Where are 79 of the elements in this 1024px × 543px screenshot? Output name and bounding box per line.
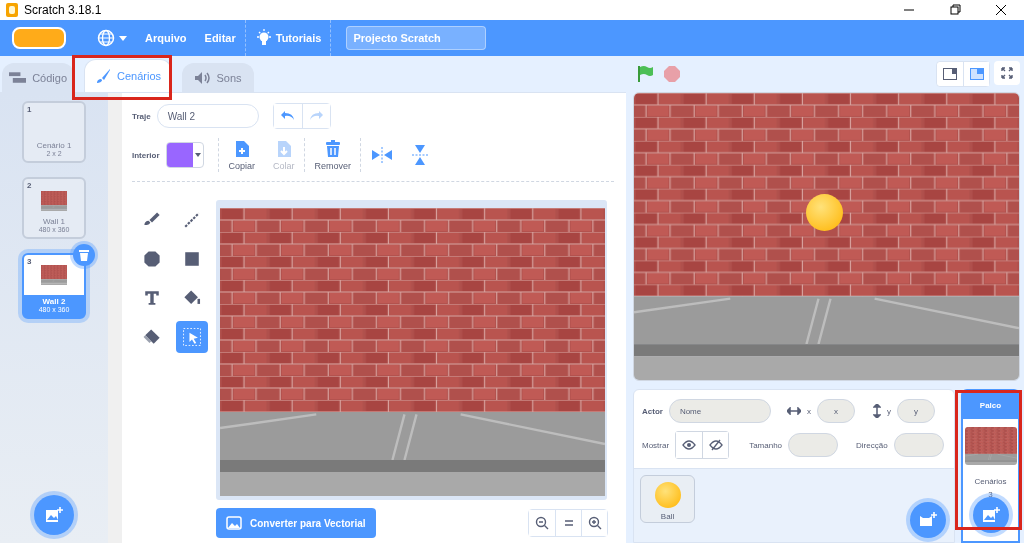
image-plus-icon xyxy=(981,507,1000,523)
costume-number: 2 xyxy=(27,181,32,190)
delete-button[interactable]: Remover xyxy=(308,139,358,171)
eye-slash-icon xyxy=(708,439,723,451)
convert-button[interactable]: Converter para Vectorial xyxy=(216,508,376,538)
ball-thumbnail xyxy=(654,482,681,508)
flag-icon[interactable] xyxy=(637,65,655,83)
document-plus-icon xyxy=(233,139,250,158)
show-label: Mostrar xyxy=(642,440,670,450)
y-label: y xyxy=(886,406,891,416)
x-label: x xyxy=(806,406,811,416)
fullscreen-icon xyxy=(1001,67,1013,79)
undo-icon xyxy=(280,111,295,121)
y-field[interactable]: y xyxy=(896,399,935,423)
select-tool[interactable] xyxy=(176,321,208,353)
direction-label: Direcção xyxy=(856,440,888,450)
backdrop-thumbnail xyxy=(964,427,1017,465)
layout-icon xyxy=(943,68,957,80)
brush-icon xyxy=(95,68,111,84)
backdrops-count: 3 xyxy=(988,490,993,499)
costume-thumbnail xyxy=(41,191,67,211)
redo-icon xyxy=(309,111,324,121)
costume-number: 3 xyxy=(27,257,32,266)
add-sprite-button[interactable] xyxy=(910,502,946,538)
code-blocks-icon xyxy=(9,72,27,84)
vertical-arrows-icon xyxy=(872,404,881,418)
costume-name: Wall 2 xyxy=(42,297,66,306)
lightbulb-icon xyxy=(255,29,272,47)
delete-button[interactable] xyxy=(73,244,95,266)
speaker-icon xyxy=(194,71,211,85)
trash-icon xyxy=(79,249,89,261)
image-icon xyxy=(226,516,242,530)
zoom-in-button[interactable] xyxy=(581,510,607,536)
tutorials-button[interactable]: Tutoriais xyxy=(246,20,331,56)
costume-label: Traje xyxy=(132,111,151,121)
direction-field[interactable] xyxy=(893,433,944,457)
fullscreen-button[interactable] xyxy=(994,61,1020,85)
size-field[interactable] xyxy=(788,433,839,457)
image-plus-icon xyxy=(45,507,63,523)
caret-icon xyxy=(119,35,127,41)
caret-icon xyxy=(194,153,201,157)
tab[interactable]: Sons xyxy=(182,63,254,92)
fill-label: Interior xyxy=(132,150,160,160)
select-icon xyxy=(181,326,203,348)
sprite-name-field[interactable]: Nome xyxy=(668,399,771,423)
stage-header[interactable]: Palco xyxy=(963,391,1018,419)
trash-icon xyxy=(324,139,341,158)
large-stage-button[interactable] xyxy=(963,62,989,86)
size-label: Tamanho xyxy=(749,440,783,450)
document-arrow-icon xyxy=(275,139,292,158)
hide-button[interactable] xyxy=(702,432,729,458)
costume-name: Wall 1 xyxy=(43,217,65,226)
x-field[interactable]: x xyxy=(816,399,855,423)
globe-icon xyxy=(97,29,115,47)
eye-icon xyxy=(682,440,697,450)
fill-color-picker[interactable] xyxy=(165,142,204,168)
menu-item[interactable]: Arquivo xyxy=(136,20,196,56)
zoom-out-icon xyxy=(535,516,549,530)
costume-name: Cenário 1 xyxy=(36,141,72,150)
equals-icon xyxy=(563,519,574,527)
horizontal-arrows-icon xyxy=(786,407,801,415)
scratch-logo[interactable] xyxy=(12,27,66,49)
costume-number: 1 xyxy=(27,105,32,114)
costume-thumbnail xyxy=(41,265,67,285)
actor-label: Actor xyxy=(642,406,663,416)
flip-horizontal-icon xyxy=(372,147,393,163)
tab[interactable]: Código xyxy=(2,63,74,92)
scrollbar-track[interactable] xyxy=(108,93,122,543)
sprite-tile[interactable]: Ball xyxy=(640,475,695,523)
copy-button[interactable]: Copiar xyxy=(222,139,262,171)
app-icon xyxy=(6,3,18,17)
add-backdrop-button[interactable] xyxy=(34,495,74,535)
tab[interactable]: Cenários xyxy=(84,59,172,92)
zoom-in-icon xyxy=(587,516,602,530)
window-title: Scratch 3.18.1 xyxy=(24,3,102,17)
menu-item[interactable]: Editar xyxy=(195,20,245,56)
layout-icon xyxy=(969,68,984,80)
flip-vertical-icon xyxy=(412,145,429,165)
backdrops-label: Cenários xyxy=(974,477,1007,486)
